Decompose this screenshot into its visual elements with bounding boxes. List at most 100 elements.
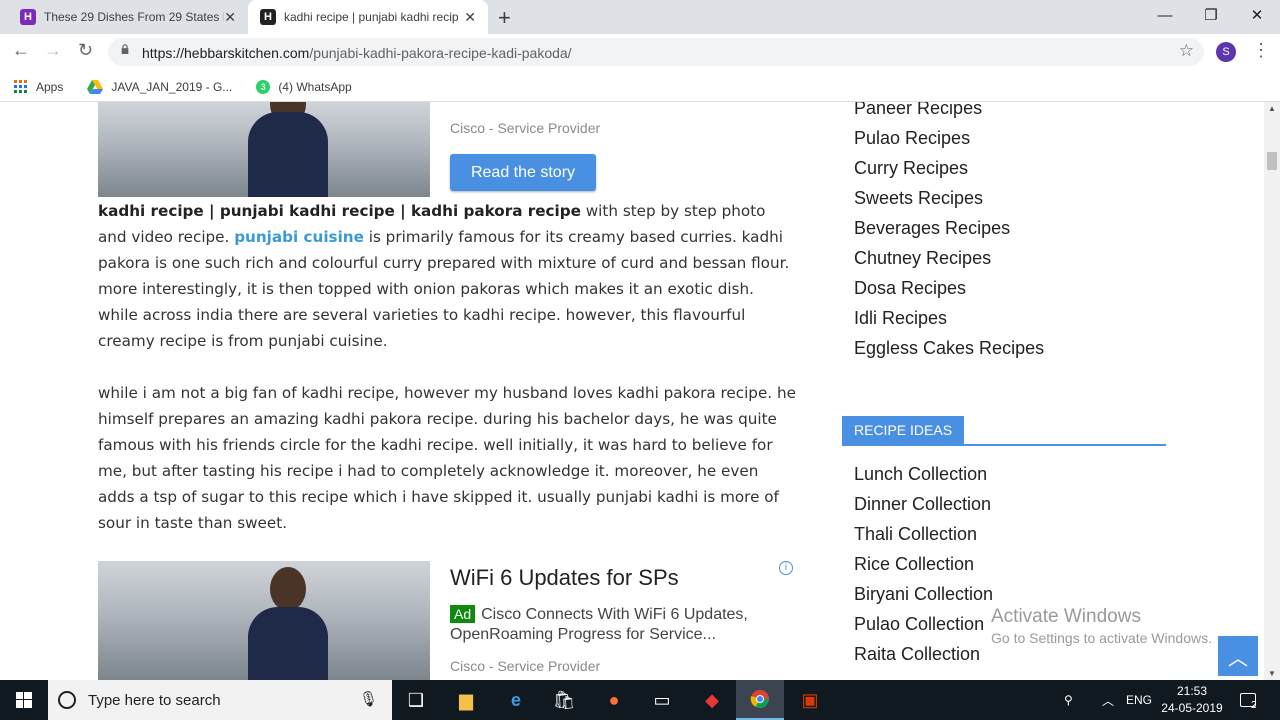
- profile-avatar[interactable]: S: [1216, 42, 1236, 62]
- browser-toolbar: ← → ↻ https://hebbarskitchen.com/punjabi…: [0, 34, 1280, 72]
- powerpoint-icon[interactable]: ▣: [786, 680, 834, 720]
- start-button[interactable]: [0, 680, 48, 720]
- minimize-icon[interactable]: —: [1142, 0, 1188, 30]
- sidebar-idea-link[interactable]: Thali Collection: [854, 524, 977, 545]
- ad-source-top[interactable]: Cisco - Service Provider: [450, 120, 600, 136]
- address-bar[interactable]: https://hebbarskitchen.com/punjabi-kadhi…: [108, 38, 1204, 66]
- clock-time: 21:53: [1176, 684, 1208, 698]
- read-story-button[interactable]: Read the story: [450, 154, 596, 191]
- bookmark-java-jan[interactable]: JAVA_JAN_2019 - G...: [87, 79, 233, 94]
- store-icon[interactable]: 🛍: [540, 680, 588, 720]
- cortana-icon: [58, 691, 76, 709]
- bookmark-label: (4) WhatsApp: [278, 79, 352, 94]
- windows-taskbar: Type here to search 🎙 ❑ ▆ e 🛍 ● ▭ ◆ ▣ ⚲ …: [0, 680, 1280, 720]
- watermark-line2: Go to Settings to activate Windows.: [991, 630, 1212, 646]
- sidebar-recipe-link[interactable]: Dosa Recipes: [854, 278, 966, 299]
- close-window-icon[interactable]: ✕: [1234, 0, 1280, 30]
- back-icon[interactable]: ←: [12, 40, 30, 61]
- scroll-down-icon[interactable]: ▼: [1268, 669, 1276, 678]
- people-icon[interactable]: ⚲: [1064, 680, 1073, 720]
- page-content: Cisco - Service Provider Read the story …: [0, 102, 1264, 680]
- article-paragraph-1: kadhi recipe | punjabi kadhi recipe | ka…: [98, 198, 796, 354]
- bookmark-label: Apps: [36, 79, 64, 94]
- sidebar-recipe-link[interactable]: Sweets Recipes: [854, 188, 983, 209]
- ad-image-top[interactable]: [98, 102, 430, 197]
- tab-close-icon[interactable]: ✕: [224, 9, 236, 26]
- sidebar-recipe-link[interactable]: Curry Recipes: [854, 158, 968, 179]
- tab-favicon-icon: H: [260, 9, 276, 25]
- task-view-icon[interactable]: ❑: [392, 680, 440, 720]
- sidebar-recipe-link[interactable]: Paneer Recipes: [854, 102, 982, 119]
- scroll-up-icon[interactable]: ▲: [1268, 104, 1276, 113]
- activate-windows-watermark: Activate Windows Go to Settings to activ…: [991, 606, 1212, 646]
- sidebar-idea-link[interactable]: Lunch Collection: [854, 464, 987, 485]
- sidebar-idea-link[interactable]: Dinner Collection: [854, 494, 991, 515]
- new-tab-icon[interactable]: +: [498, 5, 511, 31]
- ad-body[interactable]: Ad Cisco Connects With WiFi 6 Updates, Op…: [450, 605, 780, 645]
- ad-person: [248, 112, 328, 197]
- ad-info-icon[interactable]: i: [779, 561, 793, 575]
- ad-title[interactable]: WiFi 6 Updates for SPs: [450, 565, 679, 591]
- url-text: https://hebbarskitchen.com/punjabi-kadhi…: [142, 45, 572, 61]
- sidebar-idea-link[interactable]: Pulao Collection: [854, 614, 984, 635]
- article-text: is primarily famous for its creamy based…: [98, 228, 790, 350]
- restore-icon[interactable]: ❐: [1188, 0, 1234, 30]
- menu-kebab-icon[interactable]: ⋮: [1252, 40, 1270, 61]
- ad-source-bottom[interactable]: Cisco - Service Provider: [450, 658, 600, 674]
- tab-kadhi-recipe[interactable]: H kadhi recipe | punjabi kadhi recip ✕: [248, 0, 488, 34]
- tray-chevron-icon[interactable]: ︿: [1102, 680, 1114, 720]
- url-host: https://hebbarskitchen.com: [142, 45, 310, 61]
- bookmark-star-icon[interactable]: ☆: [1179, 41, 1194, 61]
- edge-browser-icon[interactable]: e: [492, 680, 540, 720]
- article-paragraph-2: while i am not a big fan of kadhi recipe…: [98, 384, 796, 532]
- tab-strip: H These 29 Dishes From 29 States I ✕ H k…: [0, 0, 1280, 34]
- scroll-to-top-button[interactable]: ︿: [1218, 636, 1258, 676]
- firefox-icon[interactable]: ●: [590, 680, 638, 720]
- page-scrollbar[interactable]: ▲ ▼: [1264, 102, 1280, 680]
- ad-person-head: [270, 567, 306, 611]
- bookmark-label: JAVA_JAN_2019 - G...: [111, 79, 233, 94]
- whatsapp-icon: 3: [256, 79, 271, 94]
- recipe-ideas-header: RECIPE IDEAS: [842, 416, 1166, 446]
- reload-icon[interactable]: ↻: [78, 40, 93, 61]
- notification-count: 2: [1251, 699, 1257, 711]
- sidebar-recipe-link[interactable]: Pulao Recipes: [854, 128, 970, 149]
- watermark-line1: Activate Windows: [991, 606, 1141, 627]
- app-icon[interactable]: ◆: [688, 680, 736, 720]
- sidebar-recipe-link[interactable]: Eggless Cakes Recipes: [854, 338, 1044, 359]
- chrome-icon[interactable]: [736, 680, 784, 720]
- clock-date: 24-05-2019: [1161, 701, 1223, 715]
- sidebar-idea-link[interactable]: Biryani Collection: [854, 584, 993, 605]
- punjabi-cuisine-link[interactable]: punjabi cuisine: [234, 228, 364, 246]
- ad-image-bottom[interactable]: [98, 561, 430, 680]
- tab-29-dishes[interactable]: H These 29 Dishes From 29 States I ✕: [8, 0, 248, 34]
- sidebar-recipe-link[interactable]: Chutney Recipes: [854, 248, 991, 269]
- taskbar-search-box[interactable]: Type here to search 🎙: [48, 680, 392, 720]
- ad-body-text: Cisco Connects With WiFi 6 Updates, Open…: [450, 606, 748, 643]
- sidebar-recipe-link[interactable]: Idli Recipes: [854, 308, 947, 329]
- language-indicator[interactable]: ENG: [1126, 680, 1152, 720]
- scrollbar-thumb[interactable]: [1267, 152, 1277, 170]
- notification-center-icon[interactable]: 2: [1240, 680, 1257, 720]
- tab-close-icon[interactable]: ✕: [464, 9, 476, 26]
- system-clock[interactable]: 21:53 24-05-2019: [1160, 683, 1224, 717]
- windows-logo-icon: [16, 692, 32, 708]
- terminal-icon[interactable]: ▭: [638, 680, 686, 720]
- google-drive-icon: [87, 79, 104, 94]
- bookmarks-bar: Apps JAVA_JAN_2019 - G... 3 (4) WhatsApp: [0, 72, 1280, 102]
- file-explorer-icon[interactable]: ▆: [442, 680, 490, 720]
- lock-icon: [121, 44, 129, 54]
- url-path: /punjabi-kadhi-pakora-recipe-kadi-pakoda…: [309, 45, 572, 61]
- forward-icon[interactable]: →: [44, 40, 62, 61]
- sidebar-recipe-link[interactable]: Beverages Recipes: [854, 218, 1010, 239]
- apps-grid-icon: [14, 79, 27, 93]
- bookmark-apps[interactable]: Apps: [14, 79, 64, 94]
- article-title-bold: kadhi recipe | punjabi kadhi recipe | ka…: [98, 202, 581, 220]
- tab-favicon-icon: H: [20, 9, 36, 25]
- bookmark-whatsapp[interactable]: 3 (4) WhatsApp: [256, 79, 352, 94]
- ad-badge: Ad: [450, 605, 476, 623]
- ad-person: [248, 607, 328, 680]
- microphone-icon[interactable]: 🎙: [359, 690, 378, 708]
- sidebar-idea-link[interactable]: Rice Collection: [854, 554, 974, 575]
- sidebar-idea-link[interactable]: Raita Collection: [854, 644, 980, 665]
